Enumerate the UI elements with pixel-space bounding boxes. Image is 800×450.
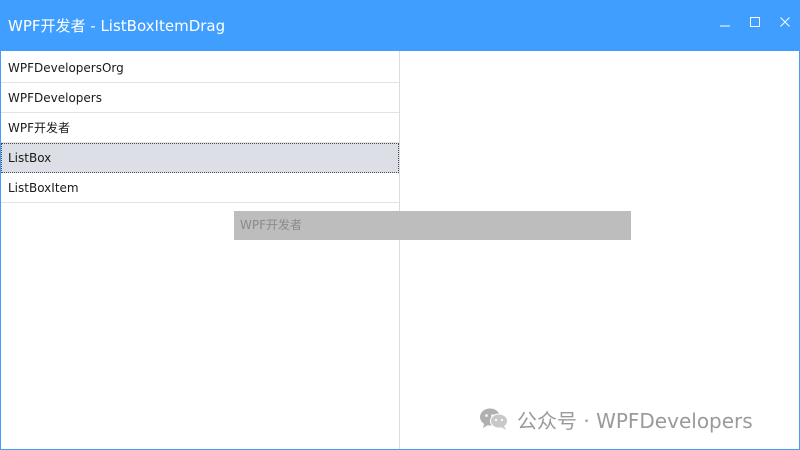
wechat-icon	[480, 408, 508, 430]
minimize-button[interactable]	[712, 9, 738, 35]
close-icon	[780, 17, 790, 27]
drop-target-panel[interactable]	[401, 51, 799, 449]
maximize-icon	[750, 17, 760, 27]
watermark: 公众号 · WPFDevelopers	[479, 405, 753, 433]
drag-preview: WPF开发者	[234, 211, 631, 240]
close-button[interactable]	[772, 9, 798, 35]
list-item[interactable]: WPFDevelopersOrg	[1, 53, 399, 83]
title-bar[interactable]: WPF开发者 - ListBoxItemDrag	[1, 1, 799, 51]
listbox[interactable]: WPFDevelopersOrg WPFDevelopers WPF开发者 Li…	[1, 51, 400, 449]
watermark-text: 公众号 · WPFDevelopers	[517, 408, 753, 433]
content-area: WPFDevelopersOrg WPFDevelopers WPF开发者 Li…	[1, 51, 799, 449]
list-item[interactable]: ListBoxItem	[1, 173, 399, 203]
minimize-icon	[720, 25, 730, 27]
maximize-button[interactable]	[742, 9, 768, 35]
list-item[interactable]: WPF开发者	[1, 113, 399, 143]
window-title: WPF开发者 - ListBoxItemDrag	[8, 17, 226, 35]
main-window: WPF开发者 - ListBoxItemDrag WPFDevelopersOr…	[0, 0, 800, 450]
list-item[interactable]: WPFDevelopers	[1, 83, 399, 113]
list-item-selected[interactable]: ListBox	[1, 143, 399, 173]
